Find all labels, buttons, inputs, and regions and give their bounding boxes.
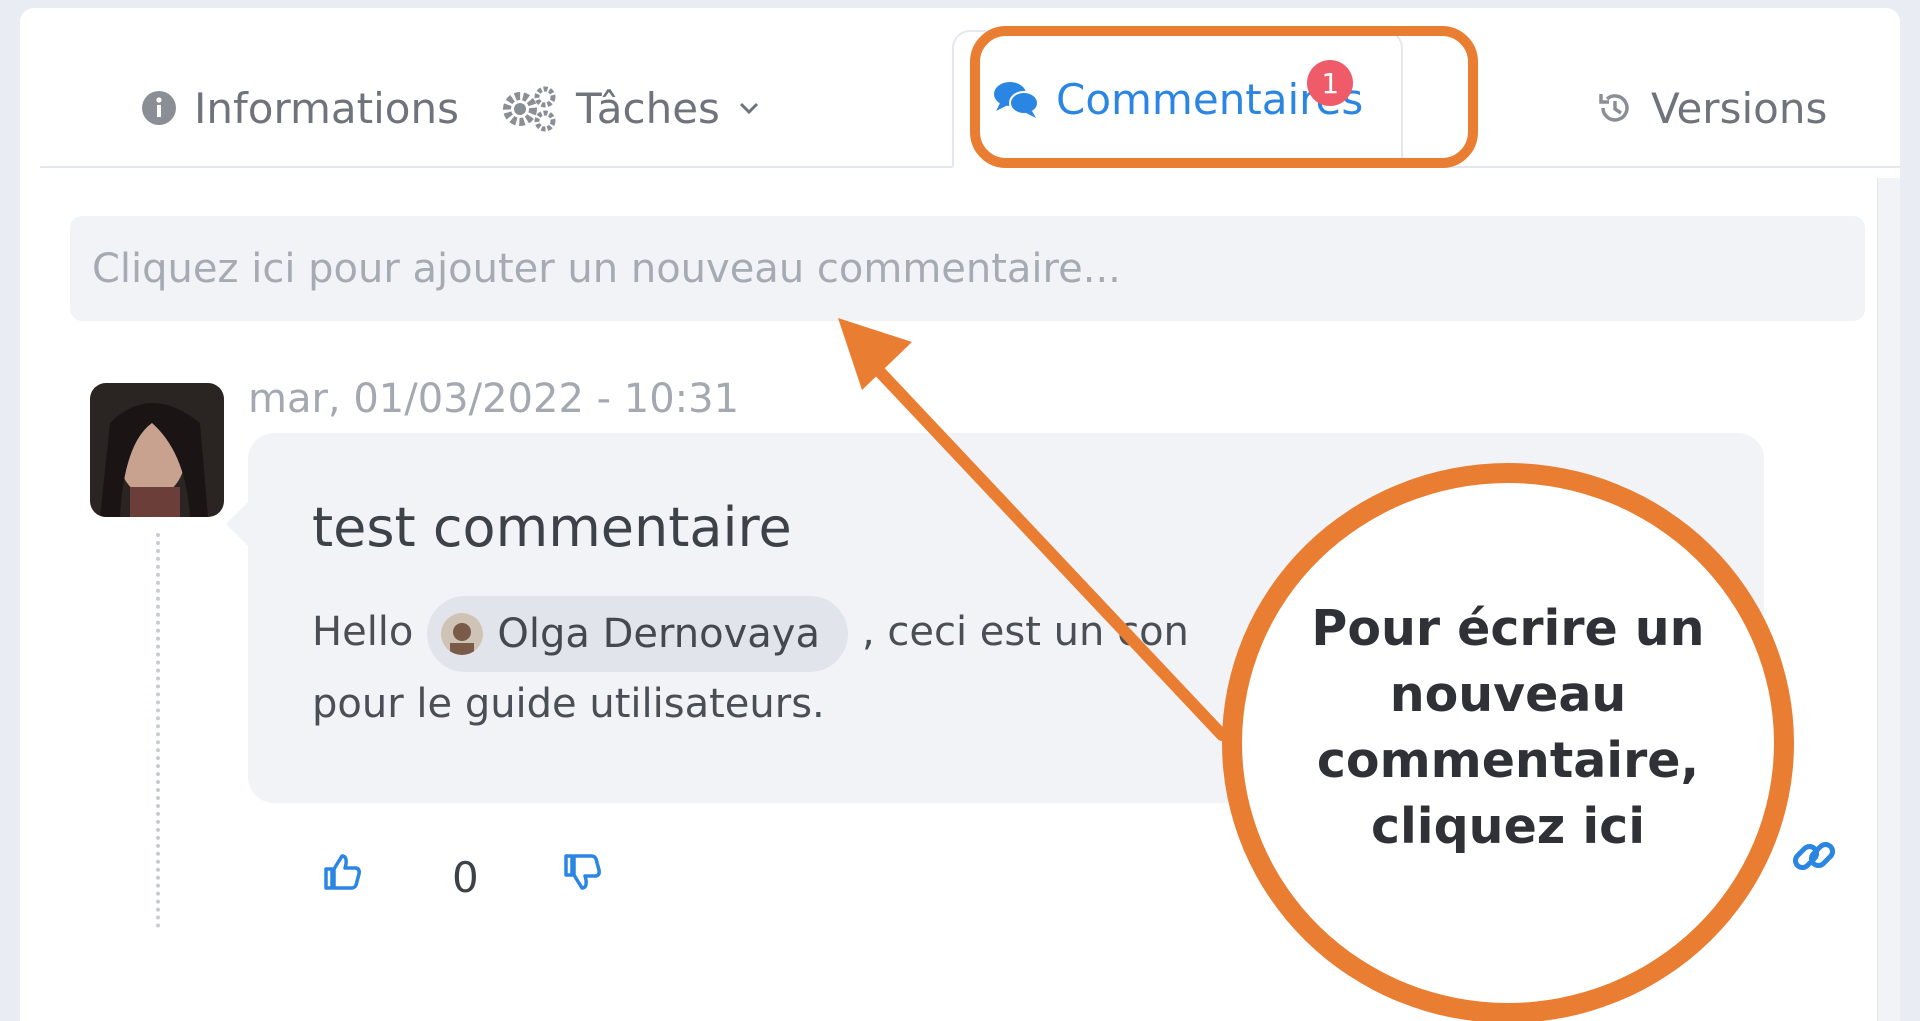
thread-line bbox=[156, 533, 160, 928]
comment-line-2: pour le guide utilisateurs. bbox=[312, 681, 825, 727]
tab-label: Informations bbox=[194, 83, 460, 133]
comment-title: test commentaire bbox=[312, 496, 792, 559]
chevron-down-icon[interactable] bbox=[736, 95, 762, 121]
tab-taches[interactable]: Tâches bbox=[500, 68, 762, 148]
tab-commentaires[interactable]: Commentaires 1 bbox=[952, 30, 1404, 168]
mention-avatar bbox=[441, 613, 484, 655]
mention-chip[interactable]: Olga Dernovaya bbox=[427, 596, 848, 672]
scrollbar[interactable] bbox=[1877, 178, 1900, 1021]
comment-timestamp: mar, 01/03/2022 - 10:31 bbox=[248, 376, 740, 422]
tab-bar: Informations Tâches Commentaires 1 Versi… bbox=[40, 8, 1900, 168]
tab-label: Tâches bbox=[576, 83, 720, 133]
tab-label: Versions bbox=[1651, 83, 1828, 133]
permalink-icon[interactable] bbox=[1788, 830, 1840, 886]
history-icon bbox=[1595, 88, 1635, 128]
dislike-button[interactable] bbox=[560, 850, 604, 898]
new-comment-input[interactable]: Cliquez ici pour ajouter un nouveau comm… bbox=[70, 216, 1865, 321]
comment-body: Hello Olga Dernovaya , ceci est un con pou… bbox=[312, 596, 1312, 736]
avatar bbox=[90, 383, 224, 517]
comments-icon bbox=[992, 79, 1040, 119]
like-button[interactable] bbox=[320, 850, 364, 898]
gears-icon bbox=[500, 83, 560, 133]
comment-text: Hello bbox=[312, 609, 414, 655]
info-circle-icon bbox=[140, 89, 178, 127]
thumbs-down-icon bbox=[560, 850, 604, 898]
callout-text: Pour écrire un nouveau commentaire, cliq… bbox=[1311, 600, 1705, 855]
notification-badge: 1 bbox=[1307, 60, 1354, 106]
thumbs-up-icon bbox=[320, 850, 364, 898]
comment-line-1: Hello Olga Dernovaya , ceci est un con bbox=[312, 596, 1312, 672]
callout-annotation: Pour écrire un nouveau commentaire, cliq… bbox=[1222, 463, 1794, 1021]
tasks-panel: Informations Tâches Commentaires 1 Versi… bbox=[20, 8, 1900, 1021]
tab-informations[interactable]: Informations bbox=[140, 68, 459, 148]
tab-versions[interactable]: Versions bbox=[1595, 68, 1827, 148]
like-count: 0 bbox=[452, 853, 479, 902]
new-comment-placeholder: Cliquez ici pour ajouter un nouveau comm… bbox=[92, 245, 1121, 292]
comment-text: , ceci est un con bbox=[861, 609, 1189, 655]
mention-name: Olga Dernovaya bbox=[497, 611, 820, 657]
